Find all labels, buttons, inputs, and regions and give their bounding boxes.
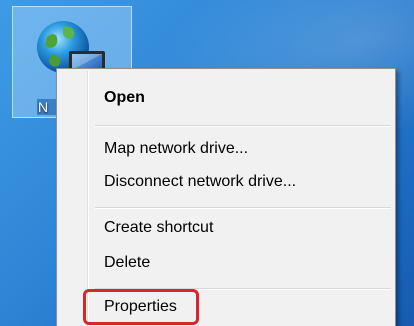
menu-item-disconnect-network-drive[interactable]: Disconnect network drive... [104,173,296,191]
menu-item-delete[interactable]: Delete [104,254,150,272]
context-menu: Open Map network drive... Disconnect net… [56,68,396,326]
menu-item-create-shortcut[interactable]: Create shortcut [104,219,213,237]
menu-gutter [87,71,89,326]
menu-separator [95,125,391,127]
properties-highlight-box [83,289,199,325]
desktop: N Open Map network drive... Disconnect n… [0,0,414,326]
menu-separator [95,207,391,209]
menu-item-map-network-drive[interactable]: Map network drive... [104,140,248,158]
menu-item-open[interactable]: Open [104,89,145,107]
